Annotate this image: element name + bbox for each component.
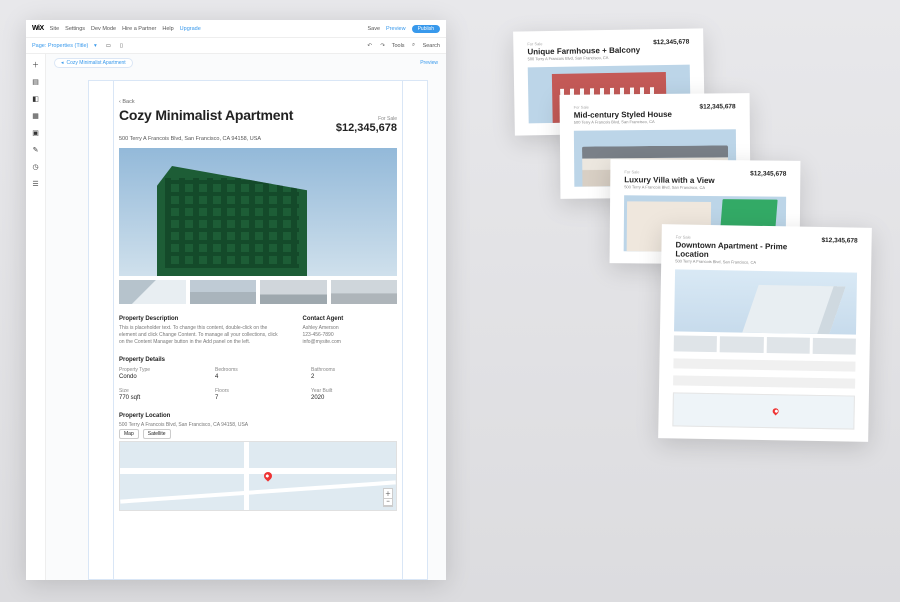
thumb-3[interactable] — [260, 280, 327, 304]
listing-price: $12,345,678 — [336, 122, 397, 134]
hero-photo[interactable] — [119, 148, 397, 276]
detail-label: Size — [119, 388, 205, 394]
bookings-icon[interactable]: ◷ — [31, 162, 41, 172]
menu-upgrade[interactable]: Upgrade — [180, 26, 201, 32]
card-status: For Sale — [624, 169, 714, 175]
stack-card[interactable]: For Sale Downtown Apartment - Prime Loca… — [658, 224, 872, 442]
undo-icon[interactable]: ↶ — [366, 42, 374, 50]
editor-canvas[interactable]: ◂ Cozy Minimalist Apartment Preview ‹ Ba… — [46, 54, 446, 580]
card-price: $12,345,678 — [750, 170, 786, 177]
card-text-block — [673, 358, 855, 371]
location-heading: Property Location — [119, 413, 397, 419]
add-icon[interactable]: ＋ — [31, 60, 41, 70]
chevron-down-icon: ▾ — [91, 42, 99, 50]
agent-name: Ashley Amerson — [302, 325, 397, 332]
card-status: For Sale — [574, 104, 672, 110]
map-tab-satellite[interactable]: Satellite — [143, 429, 171, 439]
back-link[interactable]: ‹ Back — [119, 99, 397, 105]
brand-logo: WiX — [32, 25, 44, 32]
menu-devmode[interactable]: Dev Mode — [91, 26, 116, 32]
card-address: 500 Terry A Francois Blvd, San Francisco… — [624, 184, 714, 190]
card-address: 500 Terry A Francois Blvd, San Francisco… — [528, 54, 641, 61]
detail-value: 4 — [215, 374, 301, 380]
menu-hire[interactable]: Hire a Partner — [122, 26, 156, 32]
left-tool-rail: ＋ ▤ ◧ ▦ ▣ ✎ ◷ ☰ — [26, 54, 46, 580]
canvas-breadcrumb[interactable]: ◂ Cozy Minimalist Apartment — [54, 58, 133, 68]
editor-subbar: Page: Properties (Title) ▾ ▭ ▯ ↶ ↷ Tools… — [26, 38, 446, 54]
detail-value: Condo — [119, 374, 205, 380]
thumb-1[interactable] — [119, 280, 186, 304]
detail-label: Bedrooms — [215, 367, 301, 373]
desc-body: This is placeholder text. To change this… — [119, 325, 278, 345]
card-mini-map — [672, 392, 855, 429]
desktop-icon[interactable]: ▭ — [104, 42, 112, 50]
card-price: $12,345,678 — [653, 39, 689, 47]
publish-button[interactable]: Publish — [412, 25, 440, 33]
location-address: 500 Terry A Francois Blvd, San Francisco… — [119, 422, 397, 429]
media-icon[interactable]: ▣ — [31, 128, 41, 138]
page-selector[interactable]: Page: Properties (Title) ▾ — [32, 42, 99, 50]
desc-heading: Property Description — [119, 316, 278, 322]
ascend-icon[interactable]: ☰ — [31, 179, 41, 189]
listing-address: 500 Terry A Francois Blvd, San Francisco… — [119, 136, 397, 142]
wix-editor-window: WiX Site Settings Dev Mode Hire a Partne… — [26, 20, 446, 580]
breadcrumb-label: Cozy Minimalist Apartment — [67, 60, 126, 66]
card-price: $12,345,678 — [821, 237, 857, 245]
menu-settings[interactable]: Settings — [65, 26, 85, 32]
detail-label: Year Built — [311, 388, 397, 394]
save-button[interactable]: Save — [367, 26, 380, 32]
tools-button[interactable]: Tools — [392, 43, 405, 49]
map-widget[interactable]: ＋− — [119, 441, 397, 511]
detail-label: Property Type — [119, 367, 205, 373]
map-tab-map[interactable]: Map — [119, 429, 139, 439]
detail-label: Floors — [215, 388, 301, 394]
pages-icon[interactable]: ▤ — [31, 77, 41, 87]
details-grid: Property TypeCondo Bedrooms4 Bathrooms2 … — [119, 367, 397, 401]
agent-email: info@mysite.com — [302, 339, 397, 346]
editor-topbar: WiX Site Settings Dev Mode Hire a Partne… — [26, 20, 446, 38]
search-label[interactable]: Search — [423, 43, 440, 49]
detail-value: 7 — [215, 395, 301, 401]
detail-label: Bathrooms — [311, 367, 397, 373]
design-icon[interactable]: ◧ — [31, 94, 41, 104]
card-address: 500 Terry A Francois Blvd, San Francisco… — [574, 119, 672, 125]
card-text-block — [673, 375, 855, 388]
card-price: $12,345,678 — [699, 103, 735, 110]
thumb-2[interactable] — [190, 280, 257, 304]
detail-value: 2020 — [311, 395, 397, 401]
menu-site[interactable]: Site — [50, 26, 59, 32]
menu-help[interactable]: Help — [162, 26, 173, 32]
mobile-icon[interactable]: ▯ — [117, 42, 125, 50]
agent-phone: 123-456-7890 — [302, 332, 397, 339]
breadcrumb-back-icon: ◂ — [61, 60, 64, 66]
redo-icon[interactable]: ↷ — [379, 42, 387, 50]
dynamic-page-stack: For Sale Unique Farmhouse + Balcony 500 … — [500, 30, 880, 470]
listing-page: ‹ Back Cozy Minimalist Apartment For Sal… — [88, 80, 428, 580]
agent-heading: Contact Agent — [302, 316, 397, 322]
preview-button[interactable]: Preview — [386, 26, 406, 32]
thumb-4[interactable] — [331, 280, 398, 304]
thumbnail-row — [119, 280, 397, 304]
page-selector-label: Page: Properties (Title) — [32, 43, 88, 49]
detail-value: 770 sqft — [119, 395, 205, 401]
details-heading: Property Details — [119, 357, 397, 363]
detail-value: 2 — [311, 374, 397, 380]
canvas-preview-hint[interactable]: Preview — [420, 60, 438, 66]
apps-icon[interactable]: ▦ — [31, 111, 41, 121]
search-icon[interactable]: ⌕ — [410, 42, 418, 50]
listing-title: Cozy Minimalist Apartment — [119, 107, 293, 123]
map-zoom[interactable]: ＋− — [383, 488, 393, 507]
card-thumbs — [674, 335, 856, 354]
blog-icon[interactable]: ✎ — [31, 145, 41, 155]
card-photo — [674, 269, 857, 334]
card-title: Mid-century Styled House — [574, 110, 672, 120]
